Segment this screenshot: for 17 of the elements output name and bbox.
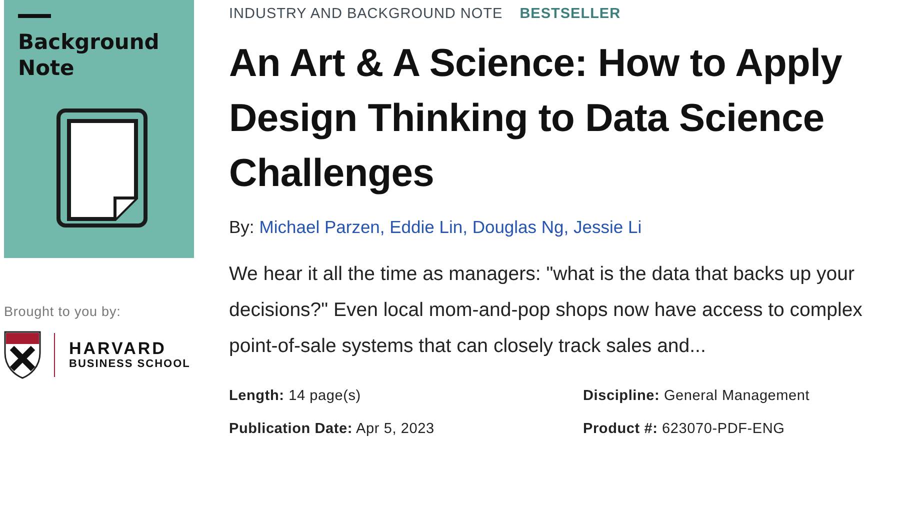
- bestseller-label: BESTSELLER: [520, 6, 621, 22]
- authors-link[interactable]: Michael Parzen, Eddie Lin, Douglas Ng, Jessie Li: [259, 217, 642, 238]
- document-icon: [56, 108, 148, 228]
- page-title: An Art & A Science: How to Apply Design Thinking to Data Science Challenges: [229, 41, 843, 197]
- shield-icon: [4, 331, 41, 379]
- detail-text: Discipline: General Management: [583, 388, 811, 404]
- logo-text: HARVARD: [69, 340, 168, 358]
- detail-text: Publication Date: Apr 5, 2023: [229, 421, 436, 437]
- detail-text: Length: 14 page(s): [229, 388, 362, 404]
- detail-text: Product #: 623070-PDF-ENG: [583, 421, 786, 437]
- category-label: INDUSTRY AND BACKGROUND NOTE: [229, 6, 503, 22]
- rule-mark: [18, 14, 51, 18]
- cover-title: Background Note: [18, 29, 160, 81]
- description-text: We hear it all the time as managers: "what is the data that backs up your decisions?" Even local mom-and-pop shops now have access to complex point-of-sale systems that can closely track sales and...: [229, 262, 864, 359]
- logo-subtext: BUSINESS SCHOOL: [69, 358, 190, 370]
- brought-by-label: Brought to you by:: [4, 304, 122, 319]
- by-label: By:: [229, 217, 254, 238]
